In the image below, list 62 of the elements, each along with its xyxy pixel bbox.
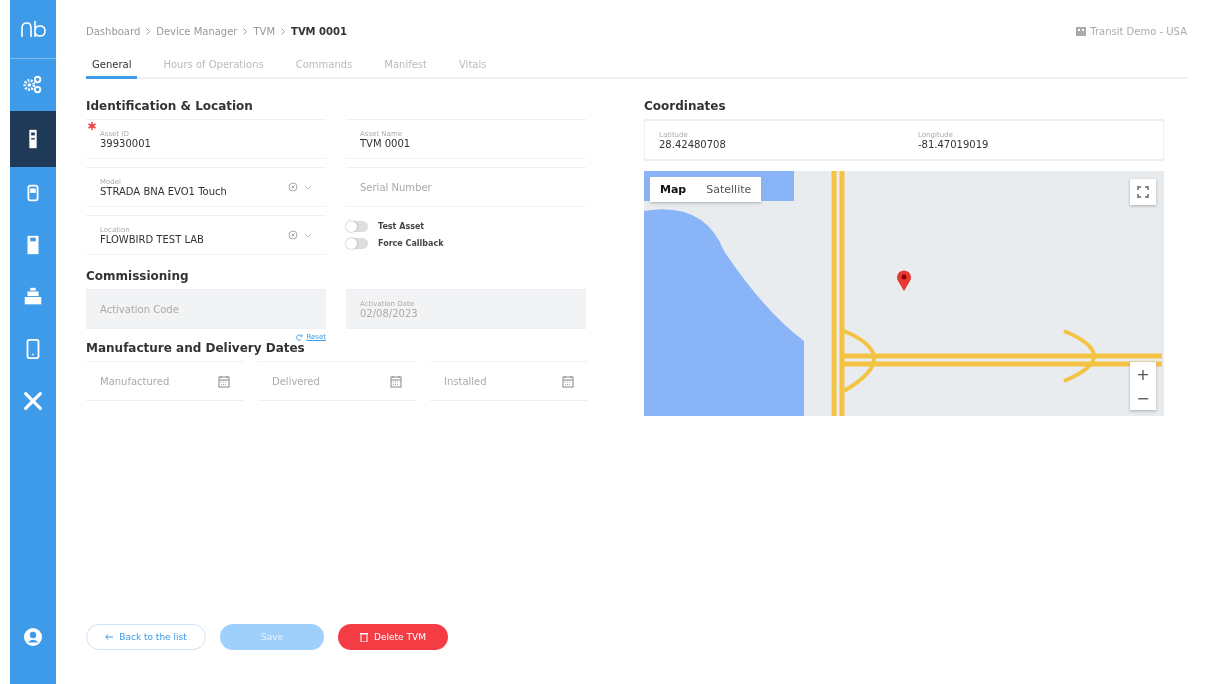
form-field[interactable]: Serial Number [346, 167, 586, 207]
field-value: 02/08/2023 [360, 307, 419, 319]
toggle-label: Test Asset [378, 222, 425, 231]
form-field[interactable]: Manufactured [86, 361, 244, 401]
tab[interactable]: General [86, 55, 138, 79]
arrow-left-icon [105, 634, 114, 640]
user-icon[interactable] [23, 627, 43, 647]
fullscreen-icon [1137, 186, 1149, 198]
field-placeholder: Installed [444, 375, 488, 387]
map-type-tab[interactable]: Map [650, 177, 697, 202]
section-title: Manufacture and Delivery Dates [86, 341, 306, 355]
tab[interactable]: Hours of Operations [157, 55, 270, 79]
section-title: Identification & Location [86, 99, 254, 113]
chevron-right-icon [243, 28, 248, 35]
section-title: Commissioning [86, 269, 190, 283]
agency-name[interactable]: Transit Demo - USA [1090, 26, 1187, 37]
breadcrumb-link[interactable]: Device Manager [156, 26, 238, 37]
required-asterisk-icon [88, 122, 96, 130]
sidebar-item[interactable] [10, 111, 56, 167]
field-placeholder: Delivered [272, 375, 321, 387]
back-button[interactable]: Back to the list [86, 624, 206, 650]
map-pin-icon [896, 269, 912, 291]
form-field[interactable]: Installed [430, 361, 588, 401]
tab[interactable]: Commands [289, 55, 359, 79]
tab[interactable]: Vitals [453, 55, 493, 79]
zoom-out-button[interactable]: − [1130, 386, 1156, 410]
refresh-icon [296, 333, 304, 341]
gears-icon [22, 74, 44, 96]
field-placeholder: Serial Number [360, 181, 433, 193]
field-value: -81.47019019 [918, 138, 990, 150]
toggle-switch[interactable] [346, 238, 368, 249]
field-value: FLOWBIRD TEST LAB [100, 233, 205, 245]
calendar-icon[interactable] [390, 374, 402, 388]
field-placeholder: Activation Code [100, 303, 180, 315]
clear-icon[interactable] [288, 230, 298, 240]
tab[interactable]: Manifest [378, 55, 433, 79]
calendar-icon[interactable] [218, 374, 230, 388]
breadcrumb-link[interactable]: Dashboard [86, 26, 141, 37]
field-value: TVM 0001 [360, 137, 412, 149]
trash-icon [360, 632, 369, 642]
calendar-icon[interactable] [562, 374, 574, 388]
toggle-switch[interactable] [346, 221, 368, 232]
chevron-right-icon [146, 28, 151, 35]
map-type-tab[interactable]: Satellite [696, 177, 762, 202]
chevron-down-icon[interactable] [304, 232, 312, 238]
chevron-right-icon [281, 28, 286, 35]
map[interactable]: Map Satellite + − [644, 171, 1164, 416]
field-value: 39930001 [100, 137, 152, 149]
section-title: Coordinates [644, 99, 727, 113]
field-placeholder: Manufactured [100, 375, 171, 387]
chevron-down-icon[interactable] [304, 184, 312, 190]
form-field[interactable]: Delivered [258, 361, 416, 401]
toggle-label: Force Callback [378, 239, 444, 248]
fullscreen-button[interactable] [1130, 179, 1156, 205]
zoom-in-button[interactable]: + [1130, 362, 1156, 386]
building-icon [1076, 27, 1087, 36]
logo-icon[interactable] [20, 20, 46, 38]
field-value: STRADA BNA EVO1 Touch [100, 185, 228, 197]
delete-button[interactable]: Delete TVM [338, 624, 448, 650]
clear-icon[interactable] [288, 182, 298, 192]
field-value: 28.42480708 [659, 138, 727, 150]
breadcrumb-link[interactable]: TVM [253, 26, 276, 37]
